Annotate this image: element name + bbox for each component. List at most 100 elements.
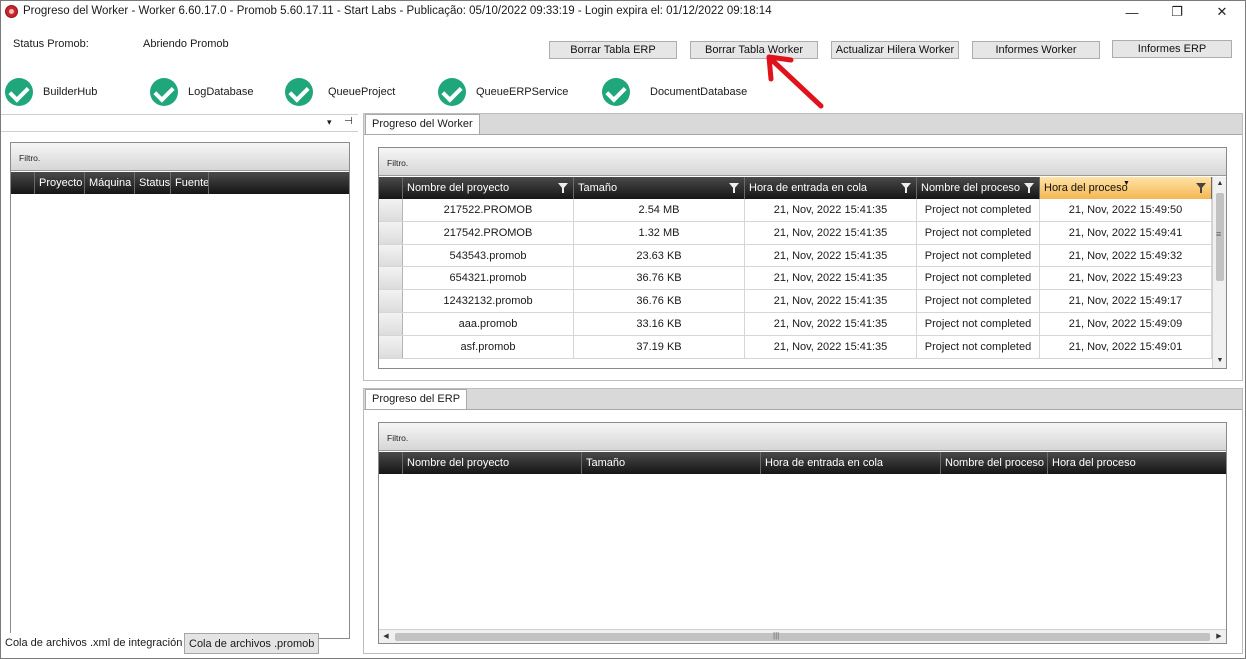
table-row[interactable]: 543543.promob 23.63 KB 21, Nov, 2022 15:… bbox=[379, 244, 1212, 268]
worker-grid: Filtro. Nombre del proyecto Tamaño Hora … bbox=[378, 147, 1227, 369]
minimize-button[interactable]: — bbox=[1109, 1, 1155, 23]
filter-icon[interactable] bbox=[1024, 183, 1034, 193]
row-header[interactable] bbox=[379, 267, 403, 290]
worker-vertical-scrollbar[interactable]: ▲ ≡ ▼ bbox=[1212, 177, 1226, 368]
dock-dropdown-icon[interactable]: ▾ bbox=[327, 117, 332, 128]
queue-grid: Filtro. Proyecto Máquina Status Fuente bbox=[10, 142, 350, 639]
filter-icon[interactable] bbox=[1196, 183, 1206, 193]
queue-tabs: Cola de archivos .xml de integración Col… bbox=[1, 633, 358, 655]
cell-hora-entrada: 21, Nov, 2022 15:41:35 bbox=[745, 290, 917, 312]
close-button[interactable]: ✕ bbox=[1199, 1, 1245, 23]
cell-nombre-proyecto: 543543.promob bbox=[403, 244, 574, 267]
column-header-tamano[interactable]: Tamaño bbox=[582, 452, 761, 474]
maximize-button[interactable]: ❐ bbox=[1154, 1, 1200, 23]
cell-hora-entrada: 21, Nov, 2022 15:41:35 bbox=[745, 312, 917, 335]
app-window: Progreso del Worker - Worker 6.60.17.0 -… bbox=[0, 0, 1246, 659]
filter-icon[interactable] bbox=[901, 183, 911, 193]
informes-worker-button[interactable]: Informes Worker bbox=[972, 41, 1100, 59]
cell-hora-proceso: 21, Nov, 2022 15:49:09 bbox=[1040, 312, 1212, 335]
filter-bar[interactable]: Filtro. bbox=[11, 143, 349, 171]
table-row[interactable]: 654321.promob 36.76 KB 21, Nov, 2022 15:… bbox=[379, 267, 1212, 291]
column-header-nombre-proceso[interactable]: Nombre del proceso bbox=[941, 452, 1048, 474]
check-circle-icon bbox=[5, 78, 33, 106]
row-header[interactable] bbox=[379, 244, 403, 267]
service-queueerpservice: QueueERPService bbox=[438, 77, 568, 107]
column-header-nombre-proyecto[interactable]: Nombre del proyecto bbox=[403, 452, 582, 474]
cell-nombre-proceso: Project not completed bbox=[917, 221, 1040, 244]
cell-nombre-proyecto: aaa.promob bbox=[403, 312, 574, 335]
filter-bar[interactable]: Filtro. bbox=[379, 148, 1226, 176]
filter-label: Filtro. bbox=[387, 158, 409, 168]
table-row[interactable]: asf.promob 37.19 KB 21, Nov, 2022 15:41:… bbox=[379, 335, 1212, 359]
cell-nombre-proyecto: 217522.PROMOB bbox=[403, 199, 574, 221]
app-logo-icon bbox=[5, 5, 18, 18]
tab-cola-xml[interactable]: Cola de archivos .xml de integración bbox=[1, 633, 187, 654]
column-header-label: Nombre del proceso bbox=[921, 182, 1021, 194]
cell-nombre-proyecto: asf.promob bbox=[403, 335, 574, 358]
table-row[interactable]: 217542.PROMOB 1.32 MB 21, Nov, 2022 15:4… bbox=[379, 221, 1212, 245]
column-header-status[interactable]: Status bbox=[135, 172, 171, 194]
cell-tamano: 37.19 KB bbox=[574, 335, 745, 358]
table-row[interactable]: 12432132.promob 36.76 KB 21, Nov, 2022 1… bbox=[379, 290, 1212, 313]
cell-hora-proceso: 21, Nov, 2022 15:49:32 bbox=[1040, 244, 1212, 267]
tab-progreso-worker[interactable]: Progreso del Worker bbox=[365, 114, 480, 134]
scroll-down-icon[interactable]: ▼ bbox=[1213, 354, 1226, 368]
informes-erp-button[interactable]: Informes ERP bbox=[1112, 40, 1232, 58]
cell-nombre-proceso: Project not completed bbox=[917, 244, 1040, 267]
cell-hora-entrada: 21, Nov, 2022 15:41:35 bbox=[745, 244, 917, 267]
scroll-thumb[interactable] bbox=[395, 633, 1210, 641]
service-label: BuilderHub bbox=[43, 86, 98, 98]
scroll-up-icon[interactable]: ▲ bbox=[1213, 177, 1226, 191]
row-header[interactable] bbox=[379, 221, 403, 244]
erp-grid-header: Nombre del proyecto Tamaño Hora de entra… bbox=[379, 452, 1226, 474]
column-header-nombre-proceso[interactable]: Nombre del proceso bbox=[917, 177, 1040, 199]
queue-dock-panel: ▾ ⊣ Filtro. Proyecto Máquina Status Fuen… bbox=[1, 114, 358, 639]
row-header-corner bbox=[11, 172, 35, 194]
scroll-left-icon[interactable]: ◀ bbox=[379, 630, 393, 643]
row-header[interactable] bbox=[379, 312, 403, 335]
erp-horizontal-scrollbar[interactable]: ◀ ||| ▶ bbox=[379, 629, 1226, 643]
filter-icon[interactable] bbox=[729, 183, 739, 193]
cell-tamano: 36.76 KB bbox=[574, 267, 745, 290]
cell-nombre-proyecto: 217542.PROMOB bbox=[403, 221, 574, 244]
column-header-fuente[interactable]: Fuente bbox=[171, 172, 209, 194]
scroll-grip-icon: ≡ bbox=[1216, 229, 1222, 239]
column-header-hora-entrada[interactable]: Hora de entrada en cola bbox=[745, 177, 917, 199]
column-header-proyecto[interactable]: Proyecto bbox=[35, 172, 85, 194]
column-header-nombre-proyecto[interactable]: Nombre del proyecto bbox=[403, 177, 574, 199]
tab-progreso-erp[interactable]: Progreso del ERP bbox=[365, 389, 468, 409]
filter-icon[interactable] bbox=[558, 183, 568, 193]
row-header[interactable] bbox=[379, 199, 403, 221]
service-queueproject: QueueProject bbox=[285, 77, 395, 107]
column-header-label: Nombre del proyecto bbox=[407, 182, 510, 194]
service-builderhub: BuilderHub bbox=[5, 77, 97, 107]
tab-cola-promob[interactable]: Cola de archivos .promob bbox=[184, 633, 320, 654]
column-header-hora-proceso[interactable]: Hora del proceso bbox=[1048, 452, 1226, 474]
column-header-hora-proceso[interactable]: ▼ Hora del proceso bbox=[1040, 177, 1212, 199]
filter-bar[interactable]: Filtro. bbox=[379, 423, 1226, 451]
row-header[interactable] bbox=[379, 335, 403, 358]
table-row[interactable]: 217522.PROMOB 2.54 MB 21, Nov, 2022 15:4… bbox=[379, 199, 1212, 222]
column-header-label: Hora del proceso bbox=[1044, 182, 1128, 194]
cell-tamano: 33.16 KB bbox=[574, 312, 745, 335]
column-header-maquina[interactable]: Máquina bbox=[85, 172, 135, 194]
column-header-label: Hora de entrada en cola bbox=[749, 182, 868, 194]
cell-nombre-proyecto: 654321.promob bbox=[403, 267, 574, 290]
cell-tamano: 2.54 MB bbox=[574, 199, 745, 221]
table-row[interactable]: aaa.promob 33.16 KB 21, Nov, 2022 15:41:… bbox=[379, 312, 1212, 336]
column-header-tamano[interactable]: Tamaño bbox=[574, 177, 745, 199]
pin-icon[interactable]: ⊣ bbox=[344, 116, 353, 127]
scroll-right-icon[interactable]: ▶ bbox=[1212, 630, 1226, 643]
borrar-tabla-erp-button[interactable]: Borrar Tabla ERP bbox=[549, 41, 677, 59]
column-header-hora-entrada[interactable]: Hora de entrada en cola bbox=[761, 452, 941, 474]
cell-nombre-proceso: Project not completed bbox=[917, 199, 1040, 221]
filter-label: Filtro. bbox=[387, 433, 409, 443]
cell-nombre-proceso: Project not completed bbox=[917, 335, 1040, 358]
worker-panel-body: Filtro. Nombre del proyecto Tamaño Hora … bbox=[364, 134, 1242, 380]
check-circle-icon bbox=[602, 78, 630, 106]
erp-progress-panel: Progreso del ERP Filtro. Nombre del proy… bbox=[363, 388, 1243, 654]
check-circle-icon bbox=[438, 78, 466, 106]
row-header[interactable] bbox=[379, 290, 403, 312]
actualizar-hilera-worker-button[interactable]: Actualizar Hilera Worker bbox=[831, 41, 959, 59]
cell-tamano: 23.63 KB bbox=[574, 244, 745, 267]
